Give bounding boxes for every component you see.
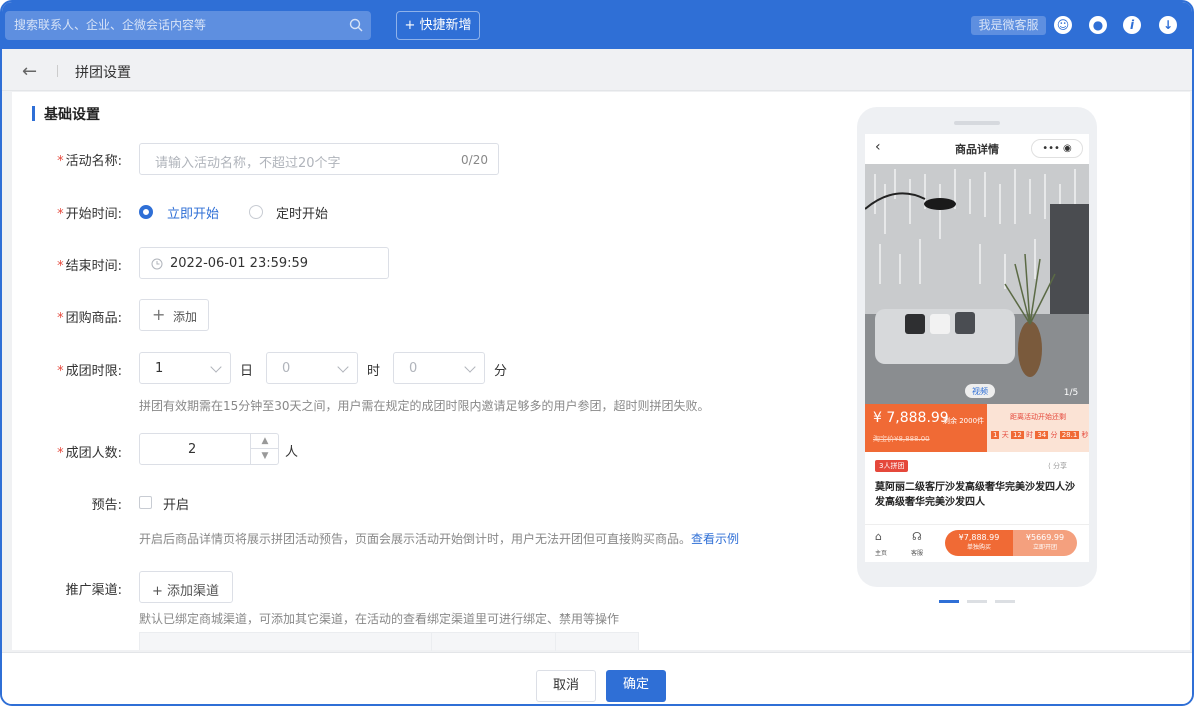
nav-home-label: 主页	[875, 550, 888, 557]
search-input[interactable]: 搜索联系人、企业、企微会话内容等	[5, 11, 371, 40]
activity-name-placeholder: 请输入活动名称，不超过20个字	[155, 156, 341, 171]
info-icon[interactable]: i	[1123, 16, 1141, 34]
divider	[57, 65, 58, 77]
video-tag: 视频	[972, 386, 988, 396]
end-time-value: 2022-06-01 23:59:59	[170, 256, 309, 271]
carousel-dot[interactable]	[995, 600, 1015, 603]
channels-help: 默认已绑定商城渠道，可添加其它渠道，在活动的查看绑定渠道里可进行绑定、禁用等操作	[139, 612, 620, 626]
hour-unit: 时	[367, 364, 381, 379]
radio-start-now-label[interactable]: 立即开始	[167, 203, 219, 222]
product-image: 视频 1/5	[865, 164, 1089, 404]
breadcrumb: ← 拼团设置	[2, 49, 1192, 91]
chevron-down-icon	[337, 361, 349, 373]
days-select[interactable]: 1	[139, 352, 231, 384]
product-name: 莫阿丽二级客厅沙发高级奢华完美沙发四人沙发高级奢华完美沙发四人	[875, 482, 1075, 508]
radio-start-now[interactable]	[139, 205, 153, 219]
search-placeholder: 搜索联系人、企业、企微会话内容等	[14, 18, 207, 32]
share-button: ⟨ 分享	[1048, 462, 1067, 470]
group-size-unit: 人	[285, 445, 299, 460]
settings-card: 基础设置 * 活动名称: 请输入活动名称，不超过20个字 0/20 * 开始时间: …	[12, 92, 1190, 651]
table-col-divider	[431, 633, 432, 651]
phone-preview: ‹ 商品详情 ••• ◉ 视频 1/5 ¥ 7,888.99 剩余 2000件 …	[857, 107, 1097, 587]
add-goods-label: 添加	[173, 310, 198, 324]
decrement-button[interactable]: ▼	[250, 449, 279, 464]
add-channel-label: + 添加渠道	[152, 584, 220, 599]
original-price: 淘宝价¥8,888.00	[873, 435, 930, 443]
char-counter: 0/20	[461, 153, 488, 167]
footer-bar: 取消 确定	[2, 652, 1192, 704]
buy-single-button: ¥7,888.99 单独购买	[945, 530, 1013, 556]
chevron-down-icon	[210, 361, 222, 373]
activity-name-input[interactable]: 请输入活动名称，不超过20个字 0/20	[139, 143, 499, 175]
phone-screen: ‹ 商品详情 ••• ◉ 视频 1/5 ¥ 7,888.99 剩余 2000件 …	[865, 134, 1089, 562]
increment-button[interactable]: ▲	[250, 434, 279, 449]
add-goods-button[interactable]: + 添加	[139, 299, 209, 331]
home-icon: ⌂	[875, 530, 882, 543]
phone-header: ‹ 商品详情 ••• ◉	[865, 134, 1089, 164]
minutes-select[interactable]: 0	[393, 352, 485, 384]
clock-icon	[151, 258, 163, 270]
hours-select[interactable]: 0	[266, 352, 358, 384]
cancel-button[interactable]: 取消	[536, 670, 596, 702]
preview-checkbox[interactable]	[139, 496, 152, 509]
group-size-label: * 成团人数:	[57, 446, 122, 461]
countdown-title: 距离活动开始还剩	[1010, 413, 1066, 421]
hours-value: 0	[282, 361, 291, 376]
customer-service-button[interactable]: 我是微客服	[971, 16, 1046, 35]
preview-checkbox-label[interactable]: 开启	[163, 494, 189, 513]
phone-bottom-nav: ⌂ 主页 ☊ 客服 ¥7,888.99 单独购买 ¥5669.99 立即开团	[865, 524, 1089, 562]
preview-label: 预告:	[91, 498, 122, 513]
minutes-value: 0	[409, 361, 418, 376]
table-col-divider	[555, 633, 556, 651]
preview-help: 开启后商品详情页将展示拼团活动预告，页面会展示活动开始倒计时，用户无法开团但可直…	[139, 530, 739, 547]
price: ¥ 7,888.99	[873, 410, 949, 426]
radio-start-scheduled-label[interactable]: 定时开始	[276, 203, 328, 222]
end-time-picker[interactable]: 2022-06-01 23:59:59	[139, 247, 389, 279]
plus-icon: +	[152, 305, 166, 324]
activity-name-label: * 活动名称:	[57, 154, 122, 169]
time-limit-label: * 成团时限:	[57, 364, 122, 379]
nav-service-label: 客服	[911, 550, 924, 557]
goods-label: * 团购商品:	[57, 311, 122, 326]
day-unit: 日	[240, 364, 254, 379]
minute-unit: 分	[494, 364, 508, 379]
channels-table-header	[139, 632, 639, 651]
carousel-dot[interactable]	[967, 600, 987, 603]
carousel-dot-active[interactable]	[939, 600, 959, 603]
add-channel-button[interactable]: + 添加渠道	[139, 571, 233, 603]
section-title: 基础设置	[32, 104, 100, 124]
support-icon[interactable]: ☺	[1054, 16, 1072, 34]
group-size-value: 2	[188, 442, 197, 457]
preview-help-text: 开启后商品详情页将展示拼团活动预告，页面会展示活动开始倒计时，用户无法开团但可直…	[139, 532, 692, 546]
wechat-icon[interactable]: ●	[1089, 16, 1107, 34]
channels-label: 推广渠道:	[65, 583, 122, 598]
time-limit-help: 拼团有效期需在15分钟至30天之间，用户需在规定的成团时限内邀请足够多的用户参团…	[139, 399, 710, 413]
price-banner: ¥ 7,888.99 剩余 2000件 淘宝价¥8,888.00 距离活动开始还…	[865, 404, 1089, 452]
buy-group-button: ¥5669.99 立即开团	[1013, 530, 1077, 556]
confirm-button[interactable]: 确定	[606, 670, 666, 702]
start-time-label: * 开始时间:	[57, 207, 122, 222]
stock: 剩余 2000件	[943, 417, 985, 425]
chevron-down-icon	[464, 361, 476, 373]
quick-add-button[interactable]: + 快捷新增	[396, 11, 480, 40]
end-time-label: * 结束时间:	[57, 259, 122, 274]
app-window: 搜索联系人、企业、企微会话内容等 + 快捷新增 我是微客服 ☺ ● i ↓ ← …	[0, 0, 1194, 706]
search-icon[interactable]	[349, 18, 363, 32]
view-example-link[interactable]: 查看示例	[691, 532, 739, 546]
days-value: 1	[155, 361, 164, 376]
headset-icon: ☊	[912, 530, 922, 543]
countdown-box: 距离活动开始还剩 1 天 12 时 34 分 28.1 秒	[987, 404, 1089, 452]
page-title: 拼团设置	[75, 65, 131, 81]
top-bar: 搜索联系人、企业、企微会话内容等 + 快捷新增 我是微客服 ☺ ● i ↓	[2, 2, 1192, 49]
group-size-stepper[interactable]: 2 ▲ ▼	[139, 433, 279, 465]
download-icon[interactable]: ↓	[1159, 16, 1177, 34]
group-tag: 3人拼团	[875, 460, 909, 472]
countdown: 1 天 12 时 34 分 28.1 秒	[991, 431, 1089, 439]
miniprogram-capsule: ••• ◉	[1031, 139, 1083, 158]
radio-start-scheduled[interactable]	[249, 205, 263, 219]
image-pager: 1/5	[1064, 388, 1078, 398]
back-arrow-icon[interactable]: ←	[22, 61, 37, 82]
phone-speaker	[954, 121, 1000, 125]
